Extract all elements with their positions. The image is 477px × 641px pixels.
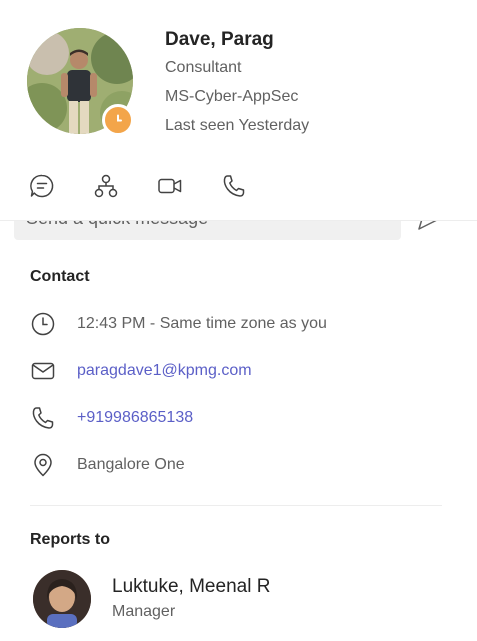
manager-name[interactable]: Luktuke, Meenal R (112, 576, 270, 598)
profile-title: Consultant (165, 59, 242, 76)
manager-avatar[interactable] (33, 570, 91, 628)
presence-badge (102, 104, 134, 136)
org-chart-icon (94, 174, 118, 198)
email-row: paragdave1@kpmg.com (30, 358, 252, 384)
phone-link[interactable]: +919986865138 (77, 409, 193, 427)
email-link[interactable]: paragdave1@kpmg.com (77, 362, 252, 380)
profile-header: Dave, Parag Consultant MS-Cyber-AppSec L… (0, 0, 477, 221)
contact-section-title: Contact (30, 268, 90, 285)
chat-button[interactable] (28, 172, 56, 200)
profile-last-seen: Last seen Yesterday (165, 117, 310, 134)
clock-icon (30, 311, 56, 337)
mail-icon (30, 358, 56, 384)
video-call-button[interactable] (156, 172, 184, 200)
chat-icon (30, 174, 54, 198)
profile-name: Dave, Parag (165, 29, 274, 50)
section-divider (30, 505, 442, 506)
clock-icon (111, 113, 125, 127)
location-text: Bangalore One (77, 456, 185, 473)
profile-avatar-wrapper[interactable] (27, 28, 134, 136)
local-time-row: 12:43 PM - Same time zone as you (30, 311, 327, 337)
location-pin-icon (30, 452, 56, 478)
phone-call-icon (223, 175, 245, 197)
video-call-icon (158, 178, 182, 194)
manager-avatar-photo (33, 570, 91, 628)
action-bar (28, 172, 248, 200)
phone-row: +919986865138 (30, 405, 193, 431)
local-time-text: 12:43 PM - Same time zone as you (77, 315, 327, 332)
org-chart-button[interactable] (92, 172, 120, 200)
profile-department: MS-Cyber-AppSec (165, 88, 299, 105)
reports-to-title: Reports to (30, 531, 110, 548)
manager-role: Manager (112, 603, 176, 620)
phone-icon (30, 405, 56, 431)
location-row: Bangalore One (30, 452, 185, 478)
phone-call-button[interactable] (220, 172, 248, 200)
